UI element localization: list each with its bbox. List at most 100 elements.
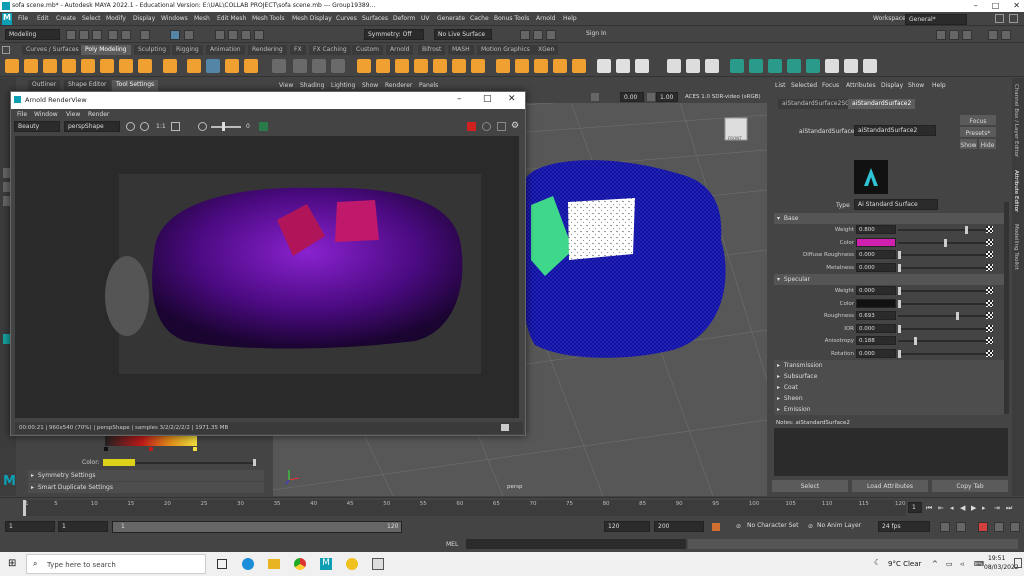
map-texture-icon[interactable] (986, 312, 993, 319)
color-swatch[interactable] (856, 298, 896, 308)
menu-arnold[interactable]: Arnold (536, 15, 555, 22)
tab-shape-editor[interactable]: Shape Editor (64, 80, 111, 91)
language-icon[interactable]: ⌨ (974, 560, 984, 568)
white-cushion[interactable] (568, 198, 635, 260)
rv-menu-window[interactable]: Window (34, 111, 58, 118)
bool-union-icon[interactable] (331, 59, 345, 73)
slider-knob[interactable] (898, 251, 901, 259)
close-icon[interactable]: ✕ (508, 94, 516, 104)
center-pivot-icon[interactable] (730, 59, 744, 73)
weather-icon[interactable]: ☾ (874, 558, 881, 567)
planar-map-icon[interactable] (616, 59, 630, 73)
play-forward-icon[interactable]: ▶ (971, 504, 976, 512)
vp-menu-renderer[interactable]: Renderer (385, 82, 412, 89)
slider-knob[interactable] (898, 263, 901, 272)
map-texture-icon[interactable] (986, 263, 993, 271)
color-slider-knob[interactable] (253, 459, 256, 466)
shelf-settings-icon[interactable] (2, 46, 10, 54)
copy-tab-button[interactable]: Copy Tab (932, 480, 1008, 492)
poly-cone-icon[interactable] (62, 59, 76, 73)
anim-layer-dropdown[interactable]: No Anim Layer (814, 521, 870, 532)
undo-icon[interactable] (108, 30, 118, 40)
mirror-icon[interactable] (293, 59, 307, 73)
base-section-header[interactable]: ▾ Base (774, 213, 1004, 224)
color-swatch[interactable] (103, 459, 135, 466)
step-forward-key-icon[interactable]: ⇥ (994, 504, 1000, 512)
command-input[interactable] (466, 539, 686, 549)
slider-knob[interactable] (898, 324, 901, 333)
tool-settings-icon[interactable] (1001, 30, 1011, 40)
menu-surfaces[interactable]: Surfaces (362, 15, 388, 22)
range-slider[interactable]: 1 120 (112, 521, 402, 533)
color-mgmt-icon[interactable] (259, 122, 268, 131)
menu-mesh-display[interactable]: Mesh Display (292, 15, 332, 22)
type-tool-icon[interactable] (225, 59, 239, 73)
rv-menu-file[interactable]: File (17, 111, 27, 118)
svg-tool-icon[interactable] (244, 59, 258, 73)
map-texture-icon[interactable] (986, 226, 993, 233)
snap-curve-icon[interactable] (228, 30, 238, 40)
poly-cube-icon[interactable] (24, 59, 38, 73)
ae-menu-help[interactable]: Help (932, 82, 946, 89)
attribute-slider[interactable] (898, 266, 990, 269)
anim-end-field[interactable]: 200 (654, 521, 704, 532)
attribute-slider[interactable] (898, 315, 990, 317)
file-explorer-icon[interactable] (268, 559, 280, 569)
smart-duplicate-section[interactable]: ▸ Smart Duplicate Settings (28, 482, 264, 493)
chrome-icon[interactable] (294, 558, 306, 570)
ae-scrollbar[interactable] (1004, 202, 1009, 414)
side-tab-channel-box[interactable]: Channel Box / Layer Editor (1013, 84, 1019, 157)
poly-cylinder-icon[interactable] (43, 59, 57, 73)
settings-gear-icon[interactable]: ⚙ (511, 121, 519, 131)
bevel-icon[interactable] (395, 59, 409, 73)
parent-icon[interactable] (844, 59, 858, 73)
delete-history-icon[interactable] (768, 59, 782, 73)
sweep-mesh-icon[interactable] (187, 59, 201, 73)
time-ruler[interactable] (26, 500, 906, 516)
edge-loop-icon[interactable] (515, 59, 529, 73)
shelf-tab-rendering[interactable]: Rendering (248, 45, 287, 55)
attribute-value-field[interactable]: 0.000 (856, 323, 896, 333)
shelf-tab-arnold[interactable]: Arnold (386, 45, 414, 55)
slider-knob[interactable] (898, 299, 901, 308)
menu-mesh-tools[interactable]: Mesh Tools (252, 15, 284, 22)
rv-menu-render[interactable]: Render (88, 111, 109, 118)
loop-icon[interactable] (940, 522, 950, 532)
notes-field[interactable] (774, 428, 1008, 476)
map-texture-icon[interactable] (986, 287, 993, 294)
current-frame-field[interactable]: 1 (908, 502, 922, 513)
node-name-field[interactable]: aiStandardSurface2 (854, 125, 936, 136)
transmission-section[interactable]: ▸ Transmission (774, 360, 1004, 371)
multi-cut-icon[interactable] (496, 59, 510, 73)
screenshot-icon[interactable] (501, 424, 509, 431)
shelf-tab-custom[interactable]: Custom (352, 45, 383, 55)
attribute-value-field[interactable]: 0.188 (856, 336, 896, 345)
shelf-tab-xgen[interactable]: XGen (534, 45, 559, 55)
combine-icon[interactable] (206, 59, 220, 73)
slider-knob[interactable] (944, 238, 948, 247)
attribute-slider[interactable] (898, 327, 990, 330)
snapshot-icon[interactable] (171, 122, 180, 131)
fill-hole-icon[interactable] (414, 59, 428, 73)
arnold-app-icon[interactable] (372, 558, 384, 570)
snap-grid-icon[interactable] (215, 30, 225, 40)
hide-icon[interactable] (863, 59, 877, 73)
menu-windows[interactable]: Windows (161, 15, 188, 22)
go-to-end-icon[interactable]: ⏭ (1006, 504, 1012, 513)
map-texture-icon[interactable] (986, 299, 993, 307)
modeling-toolkit-icon[interactable] (936, 30, 946, 40)
no-character-set-icon[interactable]: ⊘ (736, 523, 741, 530)
relax-brush-icon[interactable] (705, 59, 719, 73)
attribute-slider[interactable] (898, 254, 990, 256)
menu-help[interactable]: Help (563, 15, 577, 22)
gamma-icon[interactable] (647, 93, 655, 101)
menu-mesh[interactable]: Mesh (194, 15, 210, 22)
play-backward-icon[interactable]: ◀ (960, 504, 965, 512)
settings-icon[interactable] (1009, 14, 1018, 23)
menu-select[interactable]: Select (82, 15, 101, 22)
tab-outliner[interactable]: Outliner (28, 80, 61, 91)
freeze-transform-icon[interactable] (749, 59, 763, 73)
attribute-editor-icon[interactable] (988, 30, 998, 40)
step-forward-icon[interactable]: ▸ (982, 504, 986, 512)
poly-plane-icon[interactable] (100, 59, 114, 73)
